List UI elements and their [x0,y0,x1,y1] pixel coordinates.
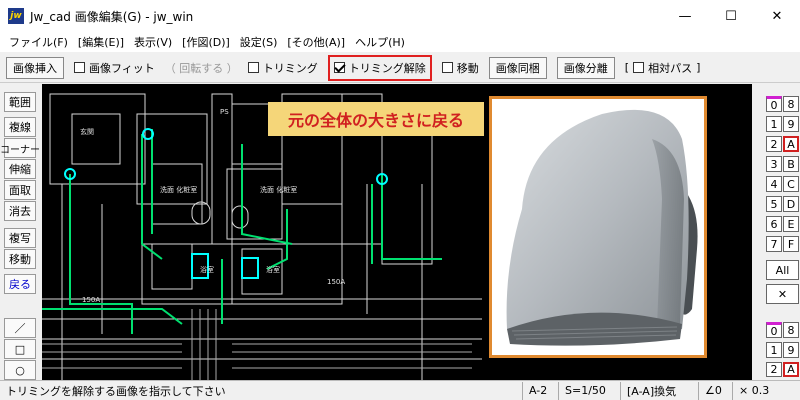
layer-group-9[interactable]: 9 [783,116,799,132]
image-separate-button[interactable]: 画像分離 [556,56,615,79]
menu-bar: ファイル(F) [編集(E)] 表示(V) [作図(D)] 設定(S) [その他… [0,32,800,52]
layer-group-4[interactable]: 4 [766,176,782,192]
move-label: 移動 [456,61,479,75]
trimming-release-label: トリミング解除 [348,61,426,75]
layer-a[interactable]: A [783,362,799,377]
layer-group-1[interactable]: 1 [766,116,782,132]
rotate-option: （ 回転する ） [165,60,238,76]
room-label-bath-2: 浴室 [266,265,280,274]
pipe-label-2: 150A [327,278,345,286]
layer-group-c[interactable]: C [783,176,799,192]
rotate-label: （ 回転する ） [164,61,238,75]
tool-corner[interactable]: コーナー [0,138,40,158]
vent-hood-image [506,109,698,346]
status-layer-name[interactable]: [A-A]換気 [620,381,698,400]
title-bar: jw Jw_cad 画像編集(G) - jw_win — ☐ ✕ [0,0,800,32]
relative-path-label: 相対パス [648,61,693,75]
bracket-open: [ [624,61,630,74]
toolbar: 画像挿入 画像フィット （ 回転する ） トリミング トリミング解除 移動 画像… [0,53,800,83]
tool-parallel[interactable]: 複線 [4,117,36,137]
status-factor[interactable]: × 0.3 [732,381,800,400]
layer-group-2[interactable]: 2 [766,136,782,152]
tool-line-icon[interactable]: ／ [4,318,36,338]
layer-group-6[interactable]: 6 [766,216,782,232]
insert-image-button[interactable]: 画像挿入 [6,56,64,79]
trimming-release-checkbox[interactable]: トリミング解除 [333,60,426,76]
trimming-release-highlight: トリミング解除 [327,54,432,81]
maximize-button[interactable]: ☐ [708,0,754,32]
status-message: トリミングを解除する画像を指示して下さい [6,384,226,398]
tool-move[interactable]: 移動 [4,249,36,269]
tool-rectangle-icon[interactable]: □ [4,339,36,359]
callout-banner: 元の全体の大きさに戻る [268,102,484,136]
menu-draw[interactable]: [作図(D)] [177,34,235,50]
checkbox-icon [633,62,645,73]
layer-group-a[interactable]: A [783,136,799,152]
checkbox-icon [247,62,259,73]
status-scale[interactable]: S=1/50 [558,381,620,400]
checkbox-checked-icon [333,62,345,73]
menu-file[interactable]: ファイル(F) [4,34,73,50]
tool-copy[interactable]: 複写 [4,228,36,248]
pipe-label-1: 150A [82,296,100,304]
tool-undo[interactable]: 戻る [4,274,36,294]
tool-chamfer[interactable]: 面取 [4,180,36,200]
status-angle[interactable]: ∠0 [698,381,732,400]
image-bundle-button[interactable]: 画像同梱 [488,56,547,79]
status-layer[interactable]: A-2 [522,381,558,400]
tool-erase[interactable]: 消去 [4,201,36,221]
minimize-button[interactable]: — [662,0,708,32]
move-checkbox[interactable]: 移動 [441,60,479,76]
layer-group-8[interactable]: 8 [783,96,799,112]
menu-help[interactable]: ヘルプ(H) [350,34,410,50]
layer-8[interactable]: 8 [783,322,799,338]
layer-2[interactable]: 2 [766,362,782,377]
layer-group-5[interactable]: 5 [766,196,782,212]
room-label-bath-1: 浴室 [200,265,214,274]
window-title: Jw_cad 画像編集(G) - jw_win [30,9,194,24]
menu-other[interactable]: [その他(A)] [282,34,350,50]
layer-1[interactable]: 1 [766,342,782,358]
layer-cross-icon[interactable]: ✕ [766,284,799,304]
left-tool-panel: 範囲 複線 コーナー 伸縮 面取 消去 複写 移動 戻る ／ □ ○ [0,84,40,380]
layer-group-3[interactable]: 3 [766,156,782,172]
layer-panel: 0 8 1 9 2 A 3 B 4 C 5 D 6 E 7 F All ✕ 0 … [754,84,800,380]
fit-image-label: 画像フィット [89,61,155,75]
app-icon: jw [8,8,24,24]
menu-settings[interactable]: 設定(S) [235,34,283,50]
ps-label: PS [220,108,229,116]
layer-group-d[interactable]: D [783,196,799,212]
tool-stretch[interactable]: 伸縮 [4,159,36,179]
layer-group-7[interactable]: 7 [766,236,782,252]
layer-group-b[interactable]: B [783,156,799,172]
room-label-washroom-2: 洗面 化粧室 [260,185,297,194]
tool-range[interactable]: 範囲 [4,92,36,112]
tool-circle-icon[interactable]: ○ [4,360,36,380]
layer-group-f[interactable]: F [783,236,799,252]
menu-edit[interactable]: [編集(E)] [73,34,129,50]
drawing-canvas[interactable]: 玄関 洗面 化粧室 洗面 化粧室 浴室 浴室 150A 150A PS 元の全体… [42,84,752,380]
layer-all-button[interactable]: All [766,260,799,280]
trimming-checkbox[interactable]: トリミング [247,60,318,76]
checkbox-icon [74,62,85,73]
trimming-label: トリミング [262,61,318,75]
close-button[interactable]: ✕ [754,0,800,32]
layer-9[interactable]: 9 [783,342,799,358]
layer-group-0[interactable]: 0 [766,96,782,112]
fit-image-checkbox[interactable]: 画像フィット [74,60,155,76]
checkbox-icon [441,62,453,73]
room-label-washroom-1: 洗面 化粧室 [160,185,197,194]
bracket-close: ] [696,61,701,74]
layer-group-e[interactable]: E [783,216,799,232]
relative-path-checkbox[interactable]: [ 相対パス ] [625,60,701,76]
menu-view[interactable]: 表示(V) [129,34,177,50]
status-bar: トリミングを解除する画像を指示して下さい A-2 S=1/50 [A-A]換気 … [0,380,800,400]
layer-0[interactable]: 0 [766,322,782,338]
vent-hood-photo[interactable] [489,96,707,358]
room-label-genkan: 玄関 [80,127,94,136]
